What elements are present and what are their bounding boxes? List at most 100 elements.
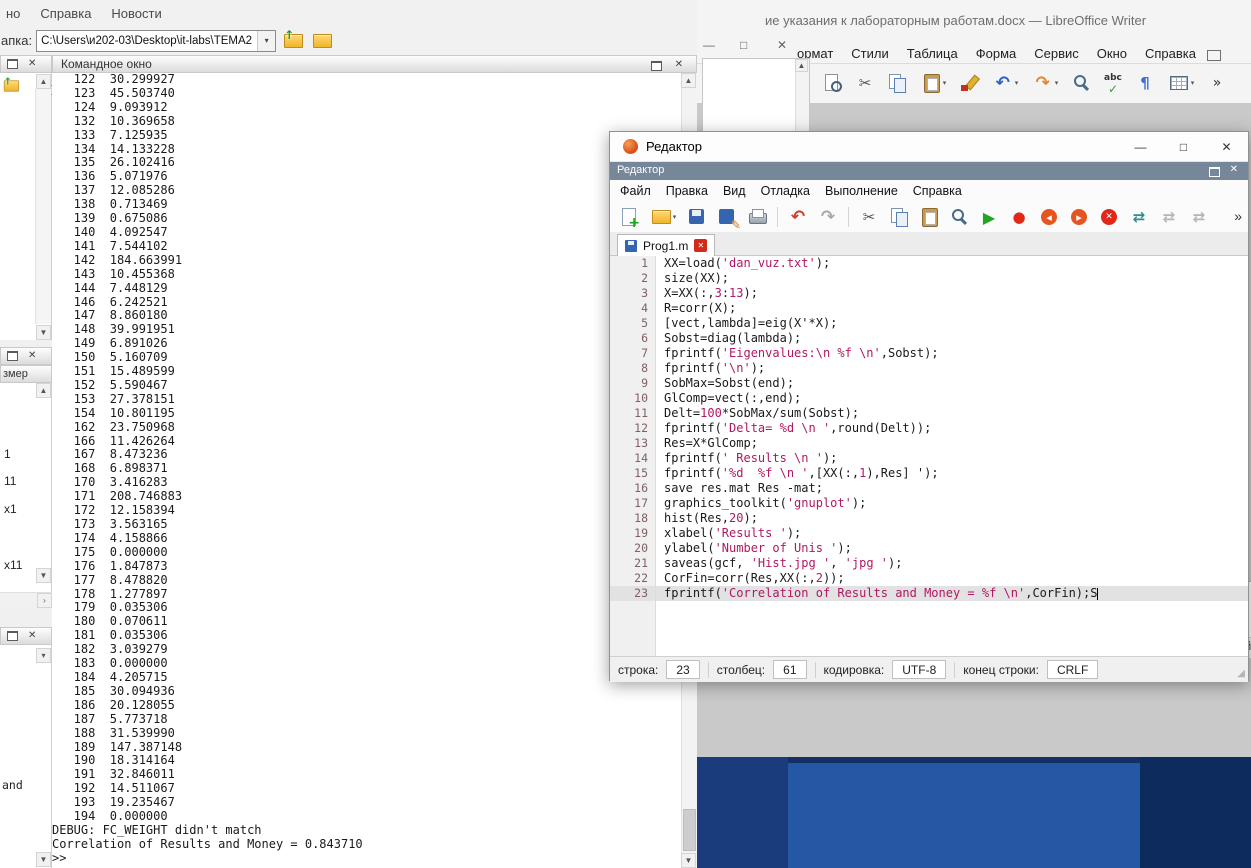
- code-line[interactable]: saveas(gcf, 'Hist.jpg ', 'jpg ');: [656, 556, 1248, 571]
- code-line[interactable]: [vect,lambda]=eig(X'*X);: [656, 316, 1248, 331]
- scroll-up-icon[interactable]: ▲: [795, 59, 808, 72]
- code-line[interactable]: hist(Res,20);: [656, 511, 1248, 526]
- scroll-up-icon[interactable]: ▲: [36, 383, 51, 398]
- writer-menu-item[interactable]: Стили: [851, 46, 888, 61]
- list-item[interactable]: 1: [4, 447, 11, 461]
- scroll-down-icon[interactable]: ▼: [36, 852, 51, 867]
- scroll-down-icon[interactable]: ▼: [681, 853, 696, 868]
- panel-scrollbar[interactable]: ▲: [795, 59, 809, 131]
- dropdown-caret-icon[interactable]: ▾: [673, 213, 677, 221]
- dropdown-caret-icon[interactable]: ▾: [1191, 79, 1195, 87]
- copy-icon[interactable]: [884, 70, 910, 96]
- editor-menu-item[interactable]: Отладка: [761, 184, 810, 198]
- paste-icon[interactable]: ▾: [916, 70, 950, 96]
- editor-menu-item[interactable]: Справка: [913, 184, 962, 198]
- scroll-right-icon[interactable]: ›: [37, 593, 52, 608]
- undo-icon[interactable]: [785, 204, 811, 230]
- insert-table-icon[interactable]: ▾: [1164, 70, 1198, 96]
- code-line[interactable]: size(XX);: [656, 271, 1248, 286]
- code-line[interactable]: save res.mat Res -mat;: [656, 481, 1248, 496]
- copy-icon[interactable]: [886, 204, 912, 230]
- save-as-icon[interactable]: [714, 204, 740, 230]
- code-line[interactable]: Res=X*GlComp;: [656, 436, 1248, 451]
- scrollbar-thumb[interactable]: [683, 809, 696, 851]
- code-line[interactable]: CorFin=corr(Res,XX(:,2));: [656, 571, 1248, 586]
- restore-window-icon[interactable]: [1207, 50, 1221, 61]
- eol-value[interactable]: CRLF: [1047, 660, 1098, 679]
- code-line[interactable]: R=corr(X);: [656, 301, 1248, 316]
- scroll-down-icon[interactable]: ▼: [36, 325, 51, 340]
- undock-icon[interactable]: [7, 631, 18, 641]
- find-replace-icon[interactable]: [1068, 70, 1094, 96]
- encoding-value[interactable]: UTF-8: [892, 660, 946, 679]
- octave-menu-item[interactable]: Новости: [108, 4, 164, 23]
- paste-icon[interactable]: [916, 204, 942, 230]
- toolbar-overflow-icon[interactable]: »: [1234, 208, 1242, 224]
- panel1-header[interactable]: ✕: [0, 55, 52, 73]
- close-icon[interactable]: ✕: [675, 60, 683, 70]
- writer-menu-item[interactable]: Таблица: [907, 46, 958, 61]
- step-out-icon[interactable]: [1186, 204, 1212, 230]
- code-line[interactable]: fprintf(' Results \n ');: [656, 451, 1248, 466]
- editor-menu-item[interactable]: Файл: [620, 184, 651, 198]
- redo-icon[interactable]: ▾: [1028, 70, 1062, 96]
- scroll-down-icon[interactable]: ▼: [36, 568, 51, 583]
- open-icon[interactable]: ▾: [646, 204, 680, 230]
- editor-dockbar[interactable]: Редактор ✕: [610, 162, 1248, 180]
- maximize-icon[interactable]: □: [1162, 132, 1205, 161]
- undock-icon[interactable]: [7, 351, 18, 361]
- undock-icon[interactable]: [651, 61, 662, 71]
- code-line[interactable]: fprintf('Correlation of Results and Mone…: [656, 586, 1248, 601]
- spelling-icon[interactable]: [1100, 70, 1126, 96]
- octave-menu-item[interactable]: но: [3, 4, 23, 23]
- path-value[interactable]: C:\Users\и202-03\Desktop\it-labs\TEMA2: [37, 35, 257, 47]
- editor-titlebar[interactable]: Редактор — □ ✕: [610, 132, 1248, 162]
- strip-folder-up-icon[interactable]: [2, 77, 20, 95]
- save-icon[interactable]: [684, 204, 710, 230]
- cut-icon[interactable]: [852, 70, 878, 96]
- formatting-marks-icon[interactable]: [1132, 70, 1158, 96]
- panel3-header[interactable]: ✕: [0, 627, 52, 645]
- stop-icon[interactable]: [1096, 204, 1122, 230]
- column-header-size[interactable]: змер: [0, 365, 52, 383]
- list-item[interactable]: 11: [4, 474, 16, 488]
- dock-icon[interactable]: [1209, 167, 1220, 177]
- folder-up-button[interactable]: [281, 29, 305, 53]
- find-icon[interactable]: [946, 204, 972, 230]
- clone-formatting-icon[interactable]: [956, 70, 982, 96]
- code-line[interactable]: SobMax=Sobst(end);: [656, 376, 1248, 391]
- browse-folder-button[interactable]: [310, 29, 334, 53]
- editor-menu-item[interactable]: Правка: [666, 184, 708, 198]
- tab-prog1[interactable]: Prog1.m ✕: [617, 234, 715, 256]
- run-icon[interactable]: [976, 204, 1002, 230]
- undo-icon[interactable]: ▾: [988, 70, 1022, 96]
- path-dropdown-icon[interactable]: ▾: [257, 31, 275, 51]
- code-line[interactable]: Sobst=diag(lambda);: [656, 331, 1248, 346]
- dropdown-caret-icon[interactable]: ▾: [1015, 79, 1019, 87]
- writer-menu-item[interactable]: Сервис: [1034, 46, 1079, 61]
- code-line[interactable]: XX=load('dan_vuz.txt');: [656, 256, 1248, 271]
- code-line[interactable]: xlabel('Results ');: [656, 526, 1248, 541]
- panel1-scroll-track[interactable]: [35, 89, 51, 324]
- step-in-icon[interactable]: [1156, 204, 1182, 230]
- dropdown-caret-icon[interactable]: ▾: [943, 79, 947, 87]
- editor-menu-item[interactable]: Выполнение: [825, 184, 898, 198]
- hscroll-track[interactable]: ›: [0, 592, 52, 608]
- command-prompt[interactable]: >>: [52, 852, 682, 866]
- list-item[interactable]: x11: [4, 558, 22, 572]
- list-item[interactable]: x1: [4, 502, 17, 516]
- writer-menu-item[interactable]: Форма: [976, 46, 1017, 61]
- print-icon[interactable]: [744, 204, 770, 230]
- code-line[interactable]: Delt=100*SobMax/sum(Sobst);: [656, 406, 1248, 421]
- debug-sync-icon[interactable]: [1126, 204, 1152, 230]
- cut-icon[interactable]: [856, 204, 882, 230]
- octave-menu-item[interactable]: Справка: [37, 4, 94, 23]
- editor-menu-item[interactable]: Вид: [723, 184, 746, 198]
- command-window-header[interactable]: Командное окно ✕: [52, 55, 697, 73]
- dropdown-caret-icon[interactable]: ▾: [1055, 79, 1059, 87]
- overflow-icon[interactable]: [1204, 70, 1230, 96]
- redo-icon[interactable]: [815, 204, 841, 230]
- scroll-up-icon[interactable]: ▲: [36, 74, 51, 89]
- scroll-up-icon[interactable]: ▲: [681, 73, 696, 88]
- resize-grip[interactable]: ◢: [1237, 668, 1245, 679]
